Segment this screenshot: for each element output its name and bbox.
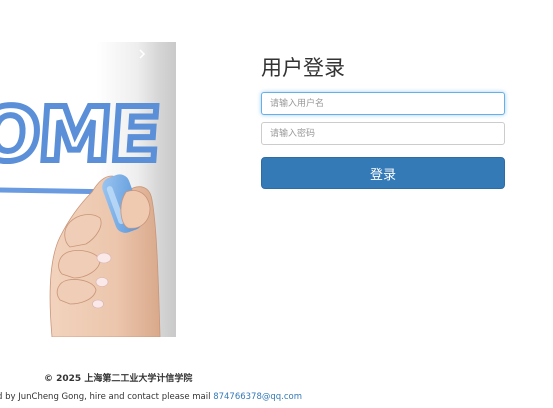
login-page: OME 用户登录 登录 ©: [0, 0, 553, 408]
footer-copyright: © 2025 上海第二工业大学计信学院: [44, 374, 193, 384]
footer-credit-text: d by JunCheng Gong, hire and contact ple…: [0, 392, 214, 402]
username-input[interactable]: [261, 92, 505, 115]
contact-email-link[interactable]: 874766378@qq.com: [213, 392, 302, 402]
login-button[interactable]: 登录: [261, 157, 505, 189]
hero-banner-text: OME: [0, 92, 162, 178]
password-input[interactable]: [261, 122, 505, 145]
login-form: 用户登录 登录: [261, 52, 505, 189]
footer-credit: d by JunCheng Gong, hire and contact ple…: [0, 392, 302, 402]
login-title: 用户登录: [261, 56, 345, 80]
hero-image: OME: [0, 42, 176, 337]
